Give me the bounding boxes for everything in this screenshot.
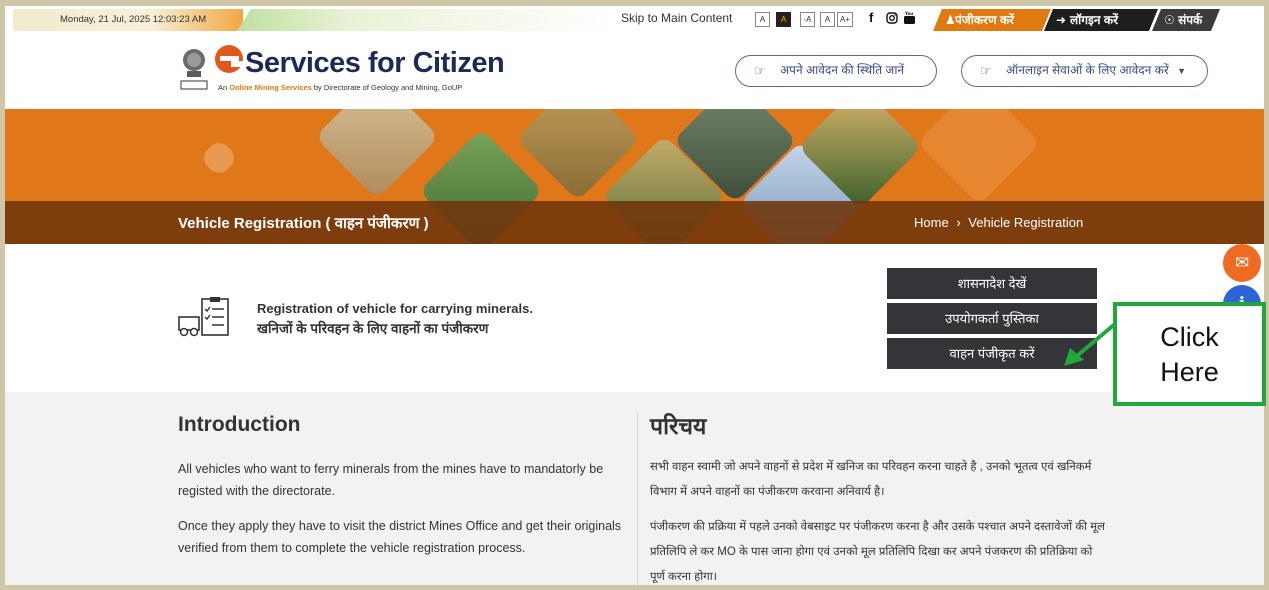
intro-paragraph-hindi-2: पंजीकरण की प्रक्रिया में पहले उनको वेबसा… xyxy=(650,521,1105,583)
banner-decor xyxy=(199,138,239,178)
login-icon: ➜ xyxy=(1056,13,1067,27)
instagram-icon[interactable] xyxy=(886,10,898,27)
pointing-hand-icon: ☞ xyxy=(754,63,766,78)
font-decrease-button[interactable]: -A xyxy=(800,12,815,27)
breadcrumb-home[interactable]: Home xyxy=(914,215,949,230)
pointing-hand-icon: ☞ xyxy=(980,63,992,78)
register-label: पंजीकरण करें xyxy=(955,13,1015,27)
banner-title-strip: Vehicle Registration ( वाहन पंजीकरण ) Ho… xyxy=(5,201,1264,244)
svg-text:You: You xyxy=(904,11,913,16)
banner-image-sand xyxy=(314,109,440,200)
banner-decor xyxy=(916,109,1042,206)
font-reset-button[interactable]: A xyxy=(820,12,835,27)
login-button[interactable]: ➜ लॉगइन करें xyxy=(1044,9,1158,31)
contact-button[interactable]: ☉ संपर्क xyxy=(1152,9,1220,31)
column-divider xyxy=(637,412,638,585)
lifebuoy-icon: ☉ xyxy=(1164,13,1175,27)
page-banner: Vehicle Registration ( वाहन पंजीकरण ) Ho… xyxy=(5,109,1264,244)
contrast-button[interactable]: A xyxy=(776,12,791,27)
vehicle-checklist-icon xyxy=(178,297,229,337)
facebook-icon[interactable]: f xyxy=(869,10,873,25)
breadcrumb-separator: › xyxy=(956,215,961,230)
registration-subtitle: खनिजों के परिवहन के लिए वाहनों का पंजीकर… xyxy=(257,321,489,336)
state-emblem-icon xyxy=(180,49,208,90)
youtube-icon[interactable]: You xyxy=(903,10,916,28)
intro-paragraph-hindi-1: सभी वाहन स्वामी जो अपने वाहनों से प्रदेश… xyxy=(650,461,1092,498)
email-float-button[interactable]: ✉ xyxy=(1223,244,1261,282)
view-government-orders-button[interactable]: शासनादेश देखें xyxy=(887,268,1097,299)
caret-down-icon: ▼ xyxy=(1177,66,1187,76)
login-label: लॉगइन करें xyxy=(1070,13,1119,27)
annotation-line-1: Click xyxy=(1160,322,1219,352)
decorative-strip xyxy=(237,9,617,31)
contact-label: संपर्क xyxy=(1178,13,1203,27)
annotation-arrow-icon xyxy=(1064,322,1117,366)
skip-to-main-link[interactable]: Skip to Main Content xyxy=(621,11,732,25)
introduction-heading-hindi: परिचय xyxy=(650,413,707,439)
logo-e-icon xyxy=(215,45,243,73)
envelope-icon: ✉ xyxy=(1234,253,1250,272)
intro-paragraph-english-1: All vehicles who want to ferry minerals … xyxy=(178,462,604,498)
page-title: Vehicle Registration ( वाहन पंजीकरण ) xyxy=(178,215,429,232)
intro-paragraph-english-2: Once they apply they have to visit the d… xyxy=(178,519,622,555)
register-button[interactable]: ♟ पंजीकरण करें xyxy=(933,9,1051,31)
date-time: Monday, 21 Jul, 2025 12:03:23 AM xyxy=(13,9,243,31)
breadcrumb-current: Vehicle Registration xyxy=(968,215,1084,230)
application-status-button[interactable]: ☞ अपने आवेदन की स्थिति जानें xyxy=(735,55,937,87)
font-normal-button[interactable]: A xyxy=(755,12,770,27)
introduction-heading-english: Introduction xyxy=(178,413,301,436)
top-bar: Monday, 21 Jul, 2025 12:03:23 AM Skip to… xyxy=(5,6,1264,33)
annotation-line-2: Here xyxy=(1160,357,1219,387)
add-user-icon: ♟ xyxy=(945,13,956,27)
click-here-annotation: Click Here xyxy=(1113,302,1266,406)
breadcrumb: Home › Vehicle Registration xyxy=(914,215,1083,230)
site-header: Services for Citizen An Online Mining Se… xyxy=(5,33,1264,109)
font-increase-button[interactable]: A+ xyxy=(837,12,854,27)
site-title: Services for Citizen xyxy=(245,47,505,79)
introduction-section: Introduction परिचय All vehicles who want… xyxy=(5,392,1264,585)
site-subtitle: An Online Mining Services by Directorate… xyxy=(218,83,463,92)
registration-title: Registration of vehicle for carrying min… xyxy=(257,301,533,316)
apply-online-dropdown[interactable]: ☞ ऑनलाइन सेवाओं के लिए आवेदन करें ▼ xyxy=(961,55,1208,87)
